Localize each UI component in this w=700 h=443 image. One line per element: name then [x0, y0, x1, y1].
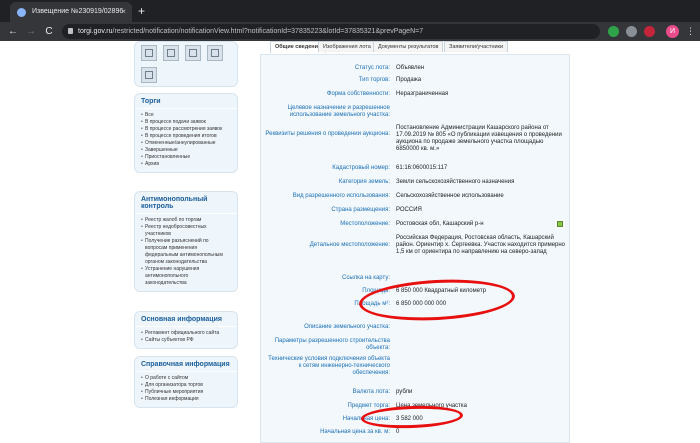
field-label: Категория земель:	[338, 179, 390, 185]
browser-menu-icon[interactable]: ⋮	[686, 22, 695, 41]
torgi-item[interactable]: Отмененные/аннулированные	[141, 140, 231, 147]
field-label: Детальное местоположение:	[309, 242, 390, 248]
field-value: Продажа	[396, 77, 422, 83]
field-value: Постановление Администрации Кашарского р…	[396, 125, 562, 152]
field-value: Земли сельскохозяйственного назначения	[396, 179, 515, 185]
tab-title: Извещение №230919/02896	[32, 8, 124, 15]
field-label: Начальная цена за кв. м:	[320, 429, 390, 435]
field-label: Предмет торга:	[347, 403, 390, 409]
torgi-item[interactable]: Приостановленные	[141, 154, 231, 161]
map-icon[interactable]	[557, 221, 563, 227]
field-value: Неразграниченная	[396, 91, 449, 97]
reference-title: Справочная информация	[135, 357, 237, 372]
extension-icon[interactable]	[626, 26, 637, 37]
tab-images[interactable]: Изображения лота	[318, 41, 376, 52]
field-label: Форма собственности:	[326, 91, 390, 97]
field-label: Описание земельного участка:	[304, 324, 390, 330]
lot-details: Статус лота: Объявлен Тип торгов: Продажа …	[260, 54, 570, 443]
field-label: Статус лота:	[354, 65, 390, 71]
field-value: 61:16:0600015:117	[396, 165, 448, 171]
field-value: Ростовская обл, Кашарский р-н	[396, 221, 484, 227]
torgi-item[interactable]: Все	[141, 112, 231, 119]
torgi-item[interactable]: В процессе проведения итогов	[141, 133, 231, 140]
monitor-icon[interactable]	[185, 45, 201, 61]
tower-icon[interactable]	[141, 67, 157, 83]
profile-avatar[interactable]: И	[666, 25, 679, 38]
category-icons	[134, 41, 238, 87]
field-value: Российская Федерация, Ростовская область…	[396, 235, 566, 255]
torgi-item[interactable]: В процессе подачи заявок	[141, 119, 231, 126]
field-label: Целевое назначение и разрешенное использ…	[287, 105, 390, 118]
browser-toolbar: ← → C torgi.gov.ru/restricted/notificati…	[0, 22, 700, 41]
address-bar[interactable]: torgi.gov.ru/restricted/notification/not…	[62, 24, 600, 39]
field-value: РОССИЯ	[396, 207, 422, 213]
main-info-item[interactable]: Регламент официального сайта	[141, 330, 231, 337]
page-content: Торги Все В процессе подачи заявок В про…	[124, 41, 576, 443]
land-icon[interactable]	[207, 45, 223, 61]
main-info-block: Основная информация Регламент официально…	[134, 311, 238, 349]
tab-strip: Извещение №230919/02896 × +	[0, 0, 700, 22]
browser-tab[interactable]: Извещение №230919/02896 ×	[10, 2, 132, 22]
reference-item[interactable]: Полезная информация	[141, 396, 231, 403]
field-value: 0	[396, 429, 400, 435]
field-label: Тип торгов:	[358, 77, 390, 83]
field-label: Страна размещения:	[331, 207, 390, 213]
page-viewport: Торги Все В процессе подачи заявок В про…	[0, 41, 700, 443]
antimonopoly-block: Антимонопольный контроль Реестр жалоб по…	[134, 191, 238, 292]
antimonopoly-item[interactable]: Устранение нарушения антимонопольного за…	[141, 266, 231, 287]
field-label: Технические условия подключения объекта …	[268, 356, 390, 376]
antimonopoly-item[interactable]: Реестр недобросовестных участников	[141, 224, 231, 238]
field-label[interactable]: Ссылка на карту:	[265, 275, 390, 282]
field-label: Реквизиты решения о проведении аукциона:	[265, 131, 390, 137]
field-label: Местоположение:	[340, 221, 390, 227]
torgi-title: Торги	[135, 94, 237, 109]
tab-applicants[interactable]: Заявители/участники	[444, 41, 509, 52]
torgi-item[interactable]: В процессе рассмотрения заявок	[141, 126, 231, 133]
lock-icon	[68, 28, 73, 34]
torgi-item[interactable]: Завершенные	[141, 147, 231, 154]
area-highlight-mark	[358, 275, 516, 325]
field-label: Валюта лота:	[352, 389, 390, 395]
antimonopoly-item[interactable]: Получение разъяснений по вопросам примен…	[141, 238, 231, 266]
torgi-item[interactable]: Архив	[141, 161, 231, 168]
field-value: Сельскохозяйственное использование	[396, 193, 504, 199]
reference-item[interactable]: О работе с сайтом	[141, 375, 231, 382]
house-icon[interactable]	[163, 45, 179, 61]
url-path: /restricted/notification/notificationVie…	[112, 28, 424, 35]
main-info-title: Основная информация	[135, 312, 237, 327]
torgi-block: Торги Все В процессе подачи заявок В про…	[134, 93, 238, 173]
antimonopoly-title: Антимонопольный контроль	[135, 192, 237, 214]
field-label: Кадастровый номер:	[332, 165, 390, 171]
extension-icon[interactable]	[644, 26, 655, 37]
reference-item[interactable]: Для организатора торгов	[141, 382, 231, 389]
close-tab-icon[interactable]: ×	[121, 2, 126, 22]
reload-button[interactable]: C	[42, 22, 56, 41]
favicon-icon	[17, 8, 26, 17]
hammer-icon[interactable]	[141, 45, 157, 61]
browser-window: Извещение №230919/02896 × + ← → C torgi.…	[0, 0, 700, 443]
field-value: Объявлен	[396, 65, 425, 71]
field-label: Параметры разрешенного строительства объ…	[274, 338, 390, 351]
extension-icon[interactable]	[608, 26, 619, 37]
forward-button[interactable]: →	[24, 22, 38, 41]
tab-result-docs[interactable]: Документы результатов	[373, 41, 444, 52]
main-info-item[interactable]: Сайты субъектов РФ	[141, 337, 231, 344]
reference-block: Справочная информация О работе с сайтом …	[134, 356, 238, 408]
new-tab-button[interactable]: +	[138, 3, 145, 19]
field-value: рубли	[396, 389, 413, 395]
antimonopoly-item[interactable]: Реестр жалоб по торгам	[141, 217, 231, 224]
field-label: Вид разрешенного использования:	[292, 193, 390, 199]
reference-item[interactable]: Публичные мероприятия	[141, 389, 231, 396]
url-host: torgi.gov.ru	[78, 28, 113, 35]
back-button[interactable]: ←	[6, 22, 20, 41]
